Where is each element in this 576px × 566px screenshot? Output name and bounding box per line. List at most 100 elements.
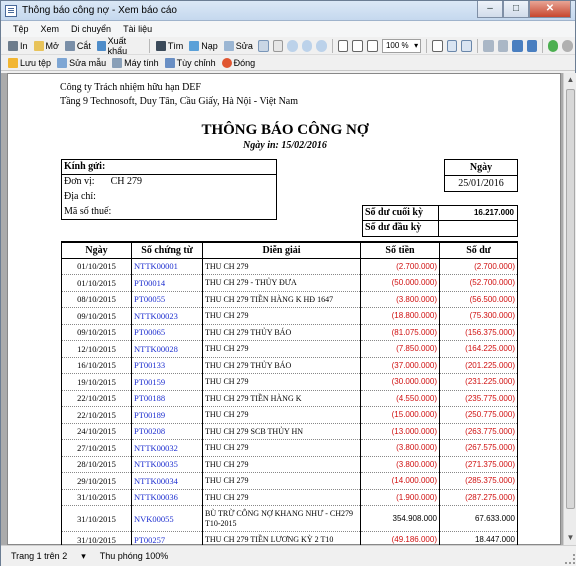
page-setup-icon[interactable] [431,39,443,52]
col-voucher-no: Số chứng từ [131,241,203,259]
opening-balance-row: Số dư đầu kỳ [363,221,517,236]
zoom-select[interactable]: 100 % [381,38,422,53]
save-file-button[interactable]: Lưu tệp [5,55,54,71]
next-page-icon[interactable] [512,39,523,52]
close-window-button[interactable]: ✕ [529,1,571,18]
first-page-icon[interactable] [483,39,494,52]
col-description: Diễn giải [202,241,361,259]
table-row: 28/10/2015 NTTK00035 THU CH 279 (3.800.000)… [61,456,518,473]
row-balance: (156.375.000) [439,324,518,341]
resize-grip[interactable] [565,554,575,564]
chevron-down-icon[interactable]: ▾ [81,551,86,562]
row-voucher-link[interactable]: NTTK00032 [131,439,203,457]
row-voucher-link[interactable]: NTTK00035 [131,456,203,473]
row-amount: (50.000.000) [360,274,440,292]
row-description: THU CH 279 [202,456,361,473]
print-button[interactable]: In [5,38,31,54]
menu-navigate[interactable]: Di chuyển [65,24,117,34]
row-balance: (285.375.000) [439,472,518,490]
row-voucher-link[interactable]: PT00055 [131,291,203,308]
row-voucher-link[interactable]: NTTK00036 [131,489,203,506]
single-page-icon[interactable] [337,39,349,52]
calculator-button[interactable]: Máy tính [109,55,162,71]
row-voucher-link[interactable]: PT00208 [131,423,203,440]
row-amount: 354.908.000 [360,505,440,532]
edit-button[interactable]: Sửa [221,38,256,54]
row-voucher-link[interactable]: NTTK00001 [131,258,203,275]
binoculars-icon [155,40,166,51]
row-voucher-link[interactable]: NTTK00034 [131,472,203,490]
row-voucher-link[interactable]: PT00133 [131,357,203,374]
zoom-out-icon[interactable] [301,39,313,52]
calculator-icon [112,57,123,68]
ledger-table: Ngày Số chứng từ Diễn giải Số tiền Số dư… [61,241,518,545]
scroll-up-icon[interactable]: ▲ [564,73,576,87]
table-row: 08/10/2015 PT00055 THU CH 279 TIỀN HÀNG K … [61,291,518,308]
balance-box: Số dư cuối kỳ 16.217.000 Số dư đầu kỳ [362,205,518,237]
prev-page-icon[interactable] [497,39,509,52]
multi-page-icon[interactable] [367,39,378,52]
table-row: 09/10/2015 NTTK00023 THU CH 279 (18.800.000… [61,307,518,325]
page-indicator[interactable]: Trang 1 trên 2 [11,551,67,561]
table-row: 29/10/2015 NTTK00034 THU CH 279 (14.000.000… [61,472,518,490]
scroll-thumb[interactable] [566,89,575,509]
window-title: Thông báo công nợ - Xem báo cáo [22,5,177,16]
menu-view[interactable]: Xem [35,24,66,34]
open-button[interactable]: Mở [31,38,62,54]
maximize-button[interactable]: □ [503,1,529,18]
date-value: 25/01/2016 [458,178,504,189]
row-description: THU CH 279 [202,406,361,424]
row-voucher-link[interactable]: PT00188 [131,390,203,407]
table-row: 22/10/2015 PT00188 THU CH 279 TIỀN HÀNG K(… [61,390,518,407]
report-title: THÔNG BÁO CÔNG NỢ [201,122,369,138]
find-button[interactable]: Tìm [153,38,187,54]
edit-template-button[interactable]: Sửa mẫu [54,55,109,71]
forward-icon[interactable] [562,39,573,52]
row-voucher-link[interactable]: NTTK00023 [131,307,203,325]
export-button[interactable]: Xuất khẩu [94,36,146,56]
menu-document[interactable]: Tài liệu [117,24,158,34]
menu-file[interactable]: Tệp [7,24,35,34]
row-voucher-link[interactable]: PT00257 [131,531,203,545]
title-bar: Thông báo công nợ - Xem báo cáo – □ ✕ [1,1,575,21]
load-button[interactable]: Nạp [186,38,221,54]
col-date: Ngày [61,241,132,259]
toolbar-separator [331,38,333,53]
last-page-icon[interactable] [526,39,538,52]
row-voucher-link[interactable]: PT00159 [131,373,203,391]
zoom-status: Thu phóng 100% [99,551,169,561]
row-description: THU CH 279 [202,472,361,490]
close-icon [221,57,232,68]
customize-button[interactable]: Tùy chỉnh [162,55,219,71]
select-tool-icon[interactable] [272,39,284,52]
report-page: Công ty Trách nhiệm hữu hạn DEF Tầng 9 T… [7,73,561,545]
address-label: Địa chỉ: [64,191,96,202]
row-voucher-link[interactable]: NVK00055 [131,505,203,532]
hand-tool-icon[interactable] [257,39,269,52]
report-viewer-window: Thông báo công nợ - Xem báo cáo – □ ✕ Tệ… [0,0,576,566]
row-voucher-link[interactable]: PT00014 [131,274,203,292]
row-voucher-link[interactable]: PT00189 [131,406,203,424]
back-icon[interactable] [547,39,559,52]
row-voucher-link[interactable]: PT00065 [131,324,203,341]
zoom-in-icon[interactable] [287,39,298,52]
row-voucher-link[interactable]: NTTK00028 [131,340,203,358]
row-amount: (30.000.000) [360,373,440,391]
row-amount: (7.850.000) [360,340,440,358]
table-row: 22/10/2015 PT00189 THU CH 279 (15.000.000)(… [61,406,518,424]
close-button[interactable]: Đóng [219,55,259,71]
scissors-icon [64,40,75,51]
page-width-icon[interactable] [352,39,364,52]
company-address: Tầng 9 Technosoft, Duy Tân, Cầu Giấy, Hà… [60,96,299,107]
outline-icon[interactable] [461,39,473,52]
row-description: THU CH 279 - THỦY ĐƯA [202,274,361,292]
company-name: Công ty Trách nhiệm hữu hạn DEF [60,82,201,93]
vertical-scrollbar[interactable]: ▲ ▼ [563,73,576,545]
scroll-down-icon[interactable]: ▼ [564,531,576,545]
row-amount: (3.800.000) [360,291,440,308]
row-date: 08/10/2015 [61,291,132,308]
minimize-button[interactable]: – [477,1,503,18]
thumbnail-icon[interactable] [446,39,458,52]
zoom-fit-icon[interactable] [316,39,327,52]
cut-button[interactable]: Cắt [62,38,94,54]
